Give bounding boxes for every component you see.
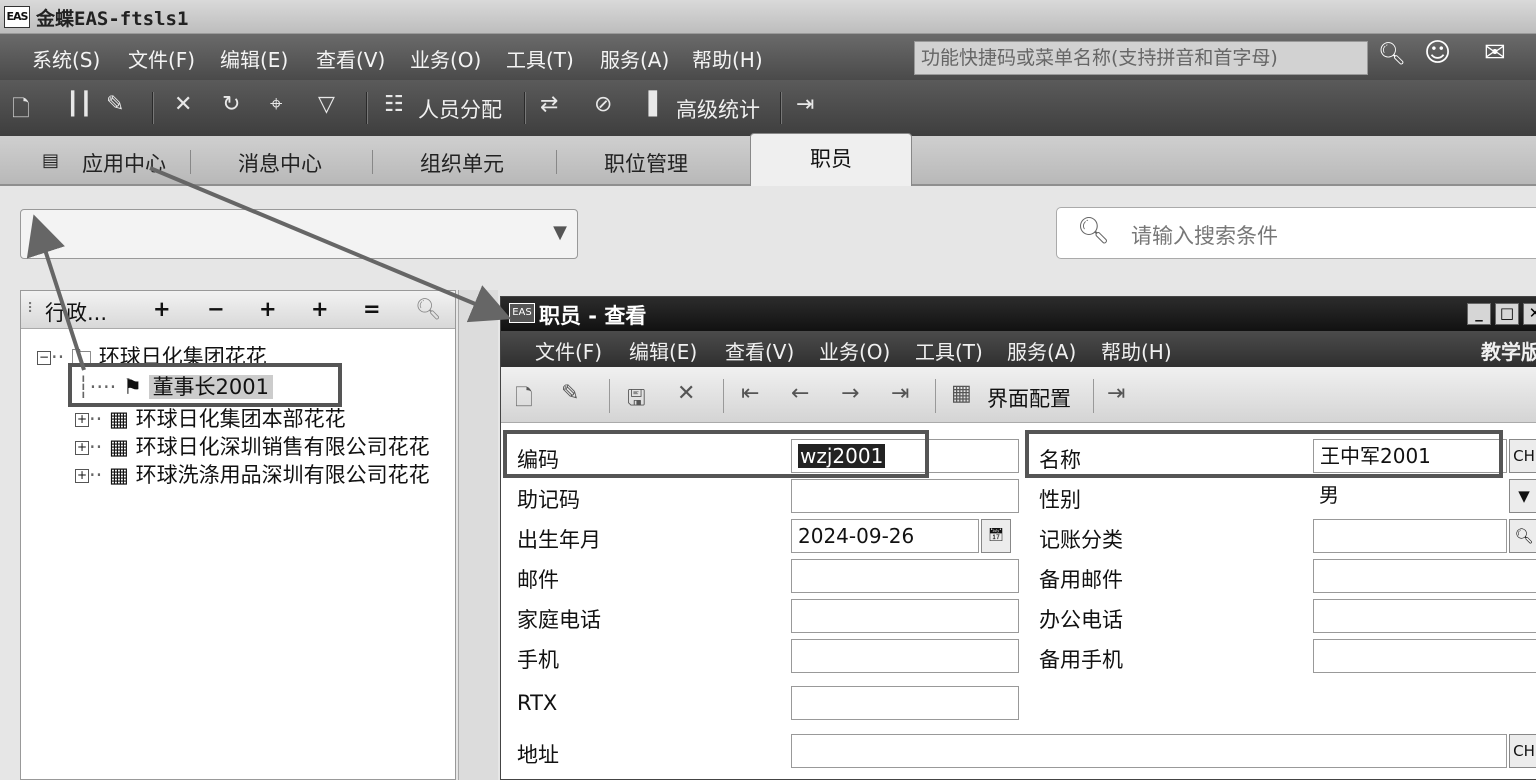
- annotation-arrows: [26, 166, 512, 371]
- arrow-to-combo: [26, 214, 86, 371]
- arrow-to-dialog: [149, 166, 512, 323]
